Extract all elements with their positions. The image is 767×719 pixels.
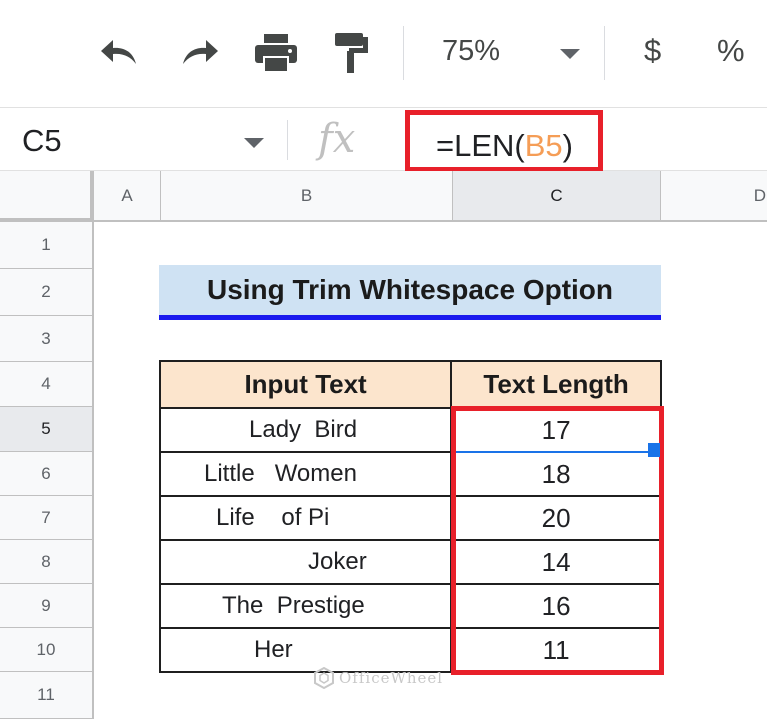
row-header-8[interactable]: 8 [0, 540, 94, 584]
row-header-1[interactable]: 1 [0, 222, 94, 269]
watermark: OfficeWheel [313, 667, 443, 689]
format-currency-button[interactable]: $ [644, 33, 661, 69]
formula-bar: C5 fx =LEN(B5) [0, 107, 767, 172]
column-header-d[interactable]: D [661, 171, 767, 222]
row-header-2[interactable]: 2 [0, 269, 94, 316]
row-header-3[interactable]: 3 [0, 316, 94, 362]
fx-icon: fx [318, 116, 356, 162]
formula-cell-reference: B5 [524, 128, 563, 163]
header-input-text[interactable]: Input Text [158, 360, 453, 409]
toolbar-divider [403, 26, 404, 80]
toolbar-divider [604, 26, 605, 80]
chevron-down-icon[interactable] [244, 138, 264, 148]
row-header-6[interactable]: 6 [0, 452, 94, 496]
result-highlight-box [451, 406, 664, 675]
formula-suffix: ) [562, 128, 573, 163]
row-header-10[interactable]: 10 [0, 628, 94, 672]
row-header-9[interactable]: 9 [0, 584, 94, 628]
sheet-grid: A B C D 1 2 3 4 5 6 7 8 9 10 11 Using Tr… [0, 171, 767, 719]
undo-icon[interactable] [96, 30, 146, 76]
chevron-down-icon[interactable] [560, 49, 580, 59]
toolbar: 75% $ % [0, 0, 767, 107]
select-all-corner[interactable] [0, 171, 94, 222]
input-text-cell[interactable]: Joker [158, 539, 453, 585]
row-header-11[interactable]: 11 [0, 672, 94, 719]
row-header-5[interactable]: 5 [0, 407, 94, 452]
row-header-4[interactable]: 4 [0, 362, 94, 407]
column-header-c[interactable]: C [453, 171, 661, 222]
zoom-select[interactable]: 75% [442, 35, 500, 68]
fill-handle[interactable] [648, 443, 660, 457]
format-percent-button[interactable]: % [717, 33, 745, 69]
input-text-cell[interactable]: The Prestige [158, 583, 453, 629]
input-text-cell[interactable]: Little Women [158, 451, 453, 497]
input-text-cell[interactable]: Lady Bird [158, 407, 453, 453]
name-box[interactable]: C5 [22, 123, 62, 159]
header-text-length[interactable]: Text Length [450, 360, 662, 409]
formula-input[interactable]: =LEN(B5) [436, 128, 573, 164]
watermark-text: OfficeWheel [339, 669, 444, 687]
formula-highlight-box: =LEN(B5) [405, 110, 603, 172]
table-header-row: Input Text Text Length [158, 360, 662, 409]
sheet-title[interactable]: Using Trim Whitespace Option [159, 265, 661, 320]
paint-format-icon[interactable] [328, 30, 374, 76]
active-cell-border [456, 451, 652, 453]
input-text-cell[interactable]: Her [158, 627, 453, 673]
watermark-logo-icon [314, 667, 334, 689]
column-header-a[interactable]: A [94, 171, 161, 222]
column-header-b[interactable]: B [161, 171, 453, 222]
print-icon[interactable] [250, 30, 302, 76]
formula-prefix: =LEN( [436, 128, 525, 163]
redo-icon[interactable] [173, 30, 223, 76]
input-text-cell[interactable]: Life of Pi [158, 495, 453, 541]
row-header-7[interactable]: 7 [0, 496, 94, 540]
formula-bar-divider [287, 120, 288, 160]
